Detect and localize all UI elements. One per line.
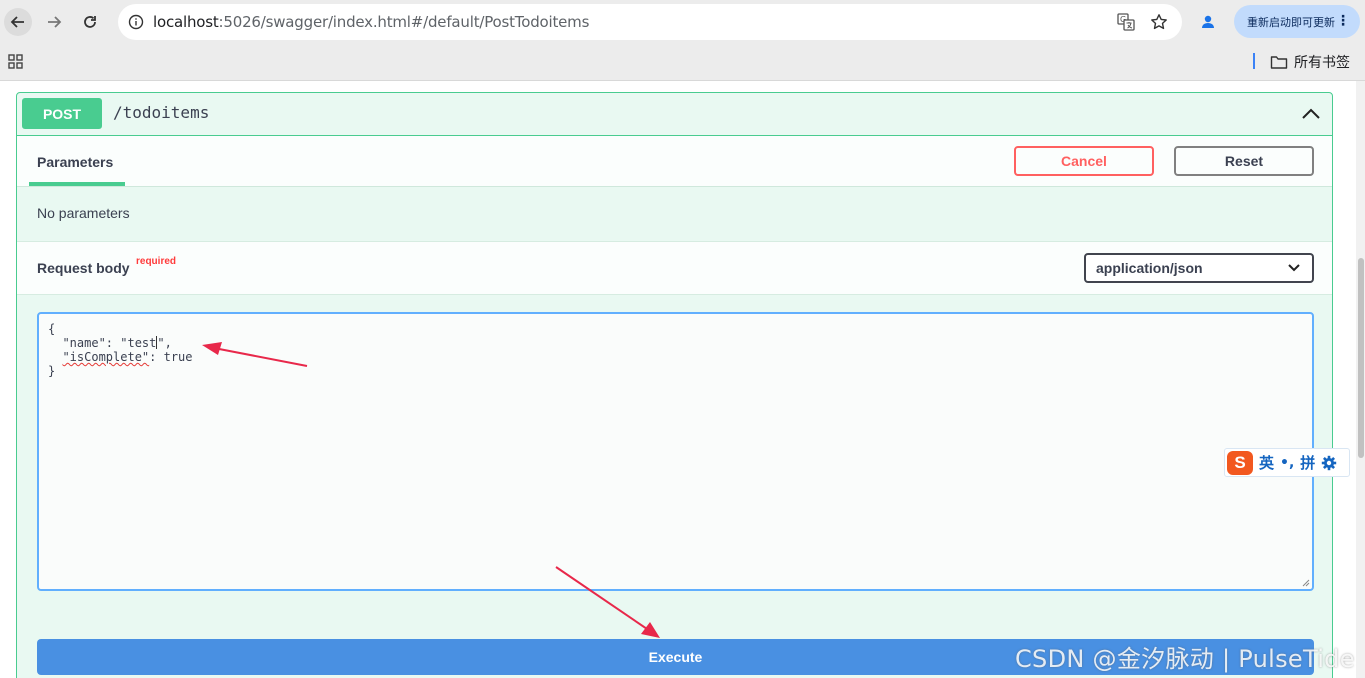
star-icon bbox=[1151, 14, 1167, 30]
reset-button[interactable]: Reset bbox=[1174, 146, 1314, 176]
forward-arrow-icon bbox=[48, 16, 62, 28]
tab-underline bbox=[29, 182, 125, 186]
translate-button[interactable]: G bbox=[1116, 12, 1136, 32]
back-arrow-icon bbox=[10, 16, 24, 28]
chevron-down-icon bbox=[1288, 264, 1300, 272]
scrollbar-thumb[interactable] bbox=[1358, 258, 1364, 458]
bookmarks-bar: 所有书签 bbox=[0, 44, 1365, 81]
resize-grip-icon[interactable] bbox=[1302, 579, 1310, 587]
bookmarks-separator bbox=[1253, 53, 1255, 69]
reload-button[interactable] bbox=[76, 8, 104, 36]
no-parameters-text: No parameters bbox=[37, 205, 130, 221]
spellcheck-word: "isComplete" bbox=[62, 350, 150, 364]
json-line: } bbox=[48, 364, 56, 378]
browser-toolbar: localhost:5026/swagger/index.html#/defau… bbox=[0, 0, 1365, 44]
swagger-page: POST /todoitems Parameters Cancel Reset … bbox=[0, 81, 1356, 678]
request-body-header: Request body required application/json bbox=[17, 241, 1332, 295]
content-type-select[interactable]: application/json bbox=[1084, 253, 1314, 283]
profile-button[interactable] bbox=[1196, 10, 1220, 34]
request-body-label: Request body bbox=[37, 260, 130, 276]
parameters-header: Parameters Cancel Reset bbox=[17, 136, 1332, 187]
ime-toolbar[interactable]: S 英 •, 拼 bbox=[1224, 448, 1350, 477]
ime-punctuation-toggle[interactable]: •, bbox=[1280, 455, 1294, 471]
http-method-badge: POST bbox=[22, 98, 102, 129]
json-line: { bbox=[48, 322, 56, 336]
request-body-textarea[interactable]: { "name": "test", "isComplete": true } bbox=[37, 312, 1314, 591]
url-path: :5026/swagger/index.html#/default/PostTo… bbox=[218, 13, 590, 31]
text-caret bbox=[156, 336, 158, 349]
url-text: localhost:5026/swagger/index.html#/defau… bbox=[153, 13, 589, 31]
folder-icon bbox=[1270, 56, 1288, 69]
ime-input-mode[interactable]: 拼 bbox=[1300, 452, 1315, 473]
relaunch-update-button[interactable]: 重新启动即可更新 ⋮ bbox=[1234, 5, 1360, 38]
collapse-button[interactable] bbox=[1300, 103, 1322, 125]
more-vert-icon: ⋮ bbox=[1336, 13, 1350, 29]
back-button[interactable] bbox=[4, 8, 32, 36]
csdn-watermark: CSDN @金汐脉动 | PulseTide bbox=[1015, 645, 1355, 673]
url-host: localhost bbox=[153, 13, 219, 31]
site-info-icon bbox=[128, 14, 144, 30]
all-bookmarks-button[interactable]: 所有书签 bbox=[1270, 52, 1350, 72]
required-marker: required bbox=[136, 256, 177, 267]
operation-path: /todoitems bbox=[113, 103, 210, 122]
content-type-value: application/json bbox=[1096, 260, 1203, 276]
all-bookmarks-label: 所有书签 bbox=[1294, 55, 1350, 71]
profile-icon bbox=[1202, 15, 1214, 28]
ime-language-toggle[interactable]: 英 bbox=[1259, 452, 1274, 473]
site-info-button[interactable] bbox=[126, 12, 146, 32]
gear-icon[interactable] bbox=[1321, 455, 1337, 471]
translate-icon: G bbox=[1117, 13, 1135, 31]
address-bar[interactable]: localhost:5026/swagger/index.html#/defau… bbox=[118, 4, 1182, 40]
json-line: "name": "test", bbox=[48, 336, 172, 350]
reload-icon bbox=[84, 16, 96, 28]
chevron-up-icon bbox=[1302, 108, 1320, 119]
forward-button[interactable] bbox=[40, 8, 68, 36]
update-label: 重新启动即可更新 bbox=[1247, 15, 1335, 29]
bookmark-star-button[interactable] bbox=[1149, 12, 1169, 32]
apps-grid-icon[interactable] bbox=[8, 54, 24, 70]
operation-summary[interactable]: POST /todoitems bbox=[17, 93, 1332, 136]
sogou-logo-icon[interactable]: S bbox=[1227, 450, 1253, 475]
tab-parameters[interactable]: Parameters bbox=[37, 154, 113, 170]
operation-block: POST /todoitems Parameters Cancel Reset … bbox=[16, 92, 1333, 678]
cancel-button[interactable]: Cancel bbox=[1014, 146, 1154, 176]
json-line: "isComplete": true bbox=[62, 350, 193, 364]
